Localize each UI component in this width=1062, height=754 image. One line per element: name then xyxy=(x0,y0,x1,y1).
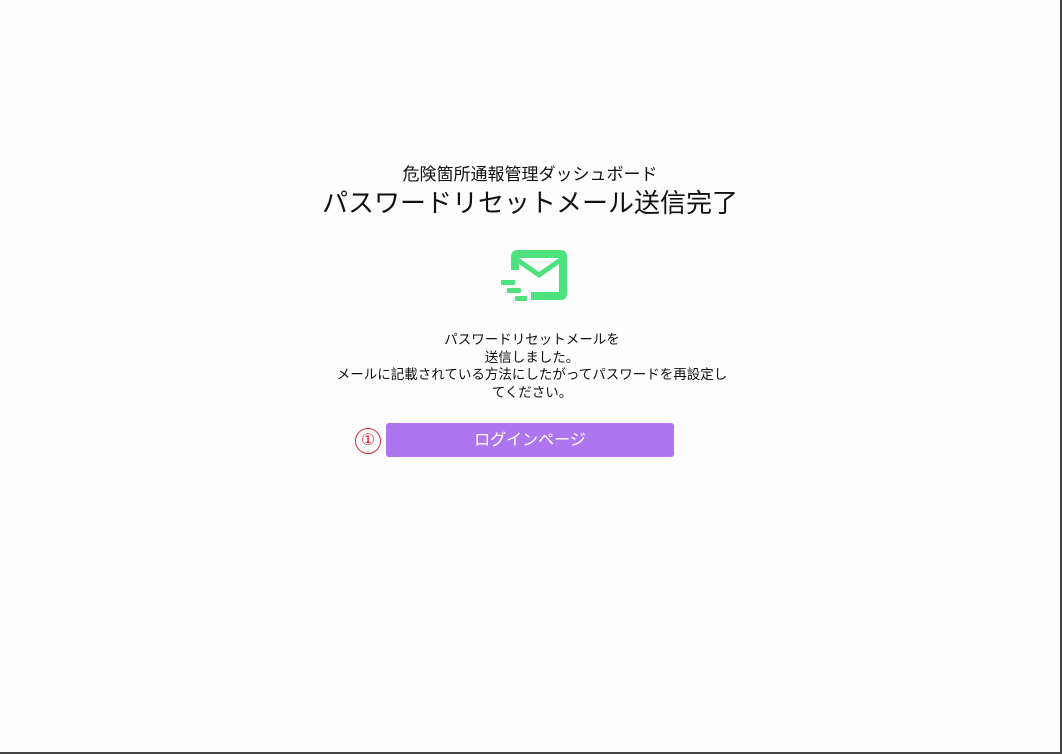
confirmation-message: パスワードリセットメールを 送信しました。 メールに記載されている方法にしたがっ… xyxy=(300,332,764,402)
page-title: パスワードリセットメール送信完了 xyxy=(321,189,738,219)
message-line: パスワードリセットメールを xyxy=(444,332,620,348)
message-line: てください。 xyxy=(491,384,573,401)
app-name: 危険箇所通報管理ダッシュボード xyxy=(402,165,658,185)
page-frame: 危険箇所通報管理ダッシュボード パスワードリセットメール送信完了 パスワードリセ… xyxy=(0,0,1062,754)
step-marker-badge: ① xyxy=(355,428,381,454)
message-line: メールに記載されている方法にしたがってパスワードを再設定し xyxy=(336,367,728,383)
mail-sent-icon xyxy=(501,250,567,301)
login-page-button[interactable]: ログインページ xyxy=(386,423,674,457)
message-line: 送信しました。 xyxy=(484,349,580,366)
